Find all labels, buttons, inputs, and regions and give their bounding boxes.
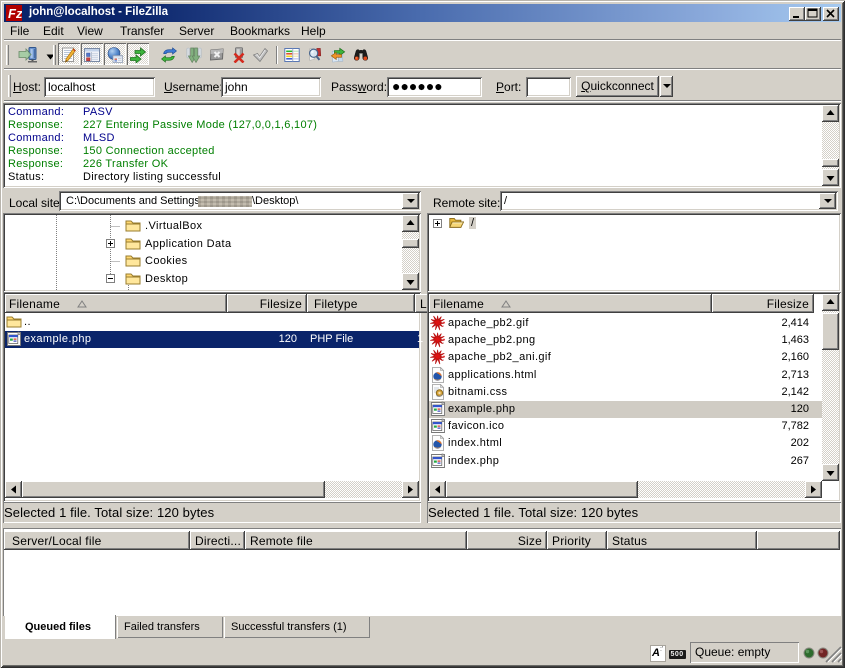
svg-text:Fz: Fz: [8, 6, 22, 21]
